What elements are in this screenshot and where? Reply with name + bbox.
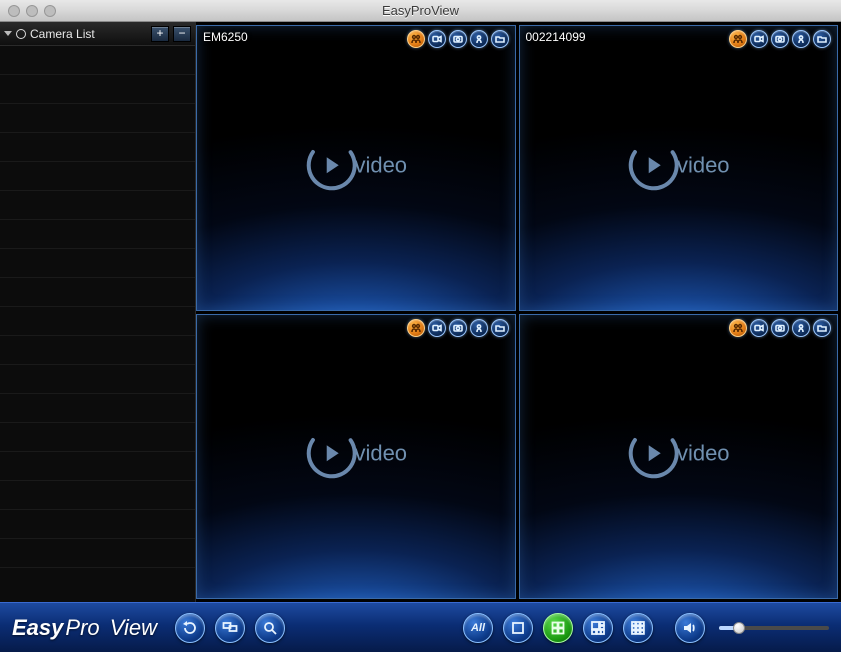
snapshot-icon[interactable] [771, 319, 789, 337]
motion-icon[interactable] [729, 30, 747, 48]
record-icon[interactable] [428, 30, 446, 48]
volume-button[interactable] [675, 613, 705, 643]
list-item[interactable] [0, 365, 195, 394]
placeholder-text: video [354, 441, 407, 467]
folder-icon[interactable] [813, 30, 831, 48]
multi-monitor-button[interactable] [215, 613, 245, 643]
video-cell[interactable]: 002214099 video [519, 25, 839, 311]
camera-group-icon [16, 29, 26, 39]
list-item[interactable] [0, 249, 195, 278]
list-item[interactable] [0, 75, 195, 104]
video-placeholder: video [627, 427, 730, 481]
camera-list [0, 46, 195, 602]
play-icon [304, 427, 358, 481]
volume-slider-thumb[interactable] [733, 622, 745, 634]
list-item[interactable] [0, 452, 195, 481]
zoom-window-button[interactable] [44, 5, 56, 17]
layout-1x1-button[interactable] [503, 613, 533, 643]
motion-icon[interactable] [407, 319, 425, 337]
placeholder-text: video [677, 441, 730, 467]
app-body: Camera List + − [0, 22, 841, 602]
all-label: All [471, 622, 485, 634]
motion-icon[interactable] [407, 30, 425, 48]
layout-3x3-button[interactable] [623, 613, 653, 643]
window-controls [0, 5, 56, 17]
brand-part-3: View [110, 615, 157, 641]
refresh-button[interactable] [175, 613, 205, 643]
cell-toolbar [407, 319, 509, 337]
placeholder-text: video [354, 152, 407, 178]
record-icon[interactable] [750, 30, 768, 48]
record-icon[interactable] [428, 319, 446, 337]
ptz-icon[interactable] [792, 319, 810, 337]
cell-toolbar [729, 30, 831, 48]
add-camera-button[interactable]: + [151, 26, 169, 42]
list-item[interactable] [0, 481, 195, 510]
motion-icon[interactable] [729, 319, 747, 337]
video-cell[interactable]: video [519, 314, 839, 600]
video-grid: EM6250 video 002214099 [196, 22, 841, 602]
list-item[interactable] [0, 46, 195, 75]
close-window-button[interactable] [8, 5, 20, 17]
list-item[interactable] [0, 394, 195, 423]
brand-part-2: Pro [65, 615, 99, 641]
sidebar-header[interactable]: Camera List + − [0, 22, 195, 46]
video-cell[interactable]: EM6250 video [196, 25, 516, 311]
sidebar-title: Camera List [30, 27, 95, 41]
play-icon [627, 427, 681, 481]
snapshot-icon[interactable] [449, 319, 467, 337]
toolbar-group-layout: All [463, 613, 653, 643]
snapshot-icon[interactable] [449, 30, 467, 48]
list-item[interactable] [0, 307, 195, 336]
window-titlebar: EasyProView [0, 0, 841, 22]
list-item[interactable] [0, 336, 195, 365]
remove-camera-button[interactable]: − [173, 26, 191, 42]
toolbar-group-volume [675, 613, 829, 643]
list-item[interactable] [0, 510, 195, 539]
folder-icon[interactable] [491, 319, 509, 337]
ptz-icon[interactable] [470, 30, 488, 48]
layout-2x2-button[interactable] [543, 613, 573, 643]
bottom-toolbar: EasyPro View All [0, 602, 841, 652]
search-button[interactable] [255, 613, 285, 643]
video-placeholder: video [304, 138, 407, 192]
brand-part-1: Easy [12, 615, 63, 641]
folder-icon[interactable] [813, 319, 831, 337]
ptz-icon[interactable] [470, 319, 488, 337]
placeholder-text: video [677, 152, 730, 178]
disclosure-triangle-icon[interactable] [4, 31, 12, 36]
play-icon [304, 138, 358, 192]
brand-logo: EasyPro View [12, 615, 157, 641]
window-title: EasyProView [0, 3, 841, 18]
play-icon [627, 138, 681, 192]
list-item[interactable] [0, 162, 195, 191]
layout-all-button[interactable]: All [463, 613, 493, 643]
cell-toolbar [729, 319, 831, 337]
video-placeholder: video [627, 138, 730, 192]
volume-slider[interactable] [719, 626, 829, 630]
cell-label: EM6250 [203, 30, 248, 44]
layout-1plus5-button[interactable] [583, 613, 613, 643]
ptz-icon[interactable] [792, 30, 810, 48]
video-cell[interactable]: video [196, 314, 516, 600]
list-item[interactable] [0, 133, 195, 162]
sidebar: Camera List + − [0, 22, 196, 602]
list-item[interactable] [0, 423, 195, 452]
list-item[interactable] [0, 278, 195, 307]
folder-icon[interactable] [491, 30, 509, 48]
record-icon[interactable] [750, 319, 768, 337]
minimize-window-button[interactable] [26, 5, 38, 17]
list-item[interactable] [0, 191, 195, 220]
list-item[interactable] [0, 539, 195, 568]
list-item[interactable] [0, 220, 195, 249]
video-placeholder: video [304, 427, 407, 481]
toolbar-group-left [175, 613, 285, 643]
cell-label: 002214099 [526, 30, 586, 44]
snapshot-icon[interactable] [771, 30, 789, 48]
cell-toolbar [407, 30, 509, 48]
list-item[interactable] [0, 104, 195, 133]
